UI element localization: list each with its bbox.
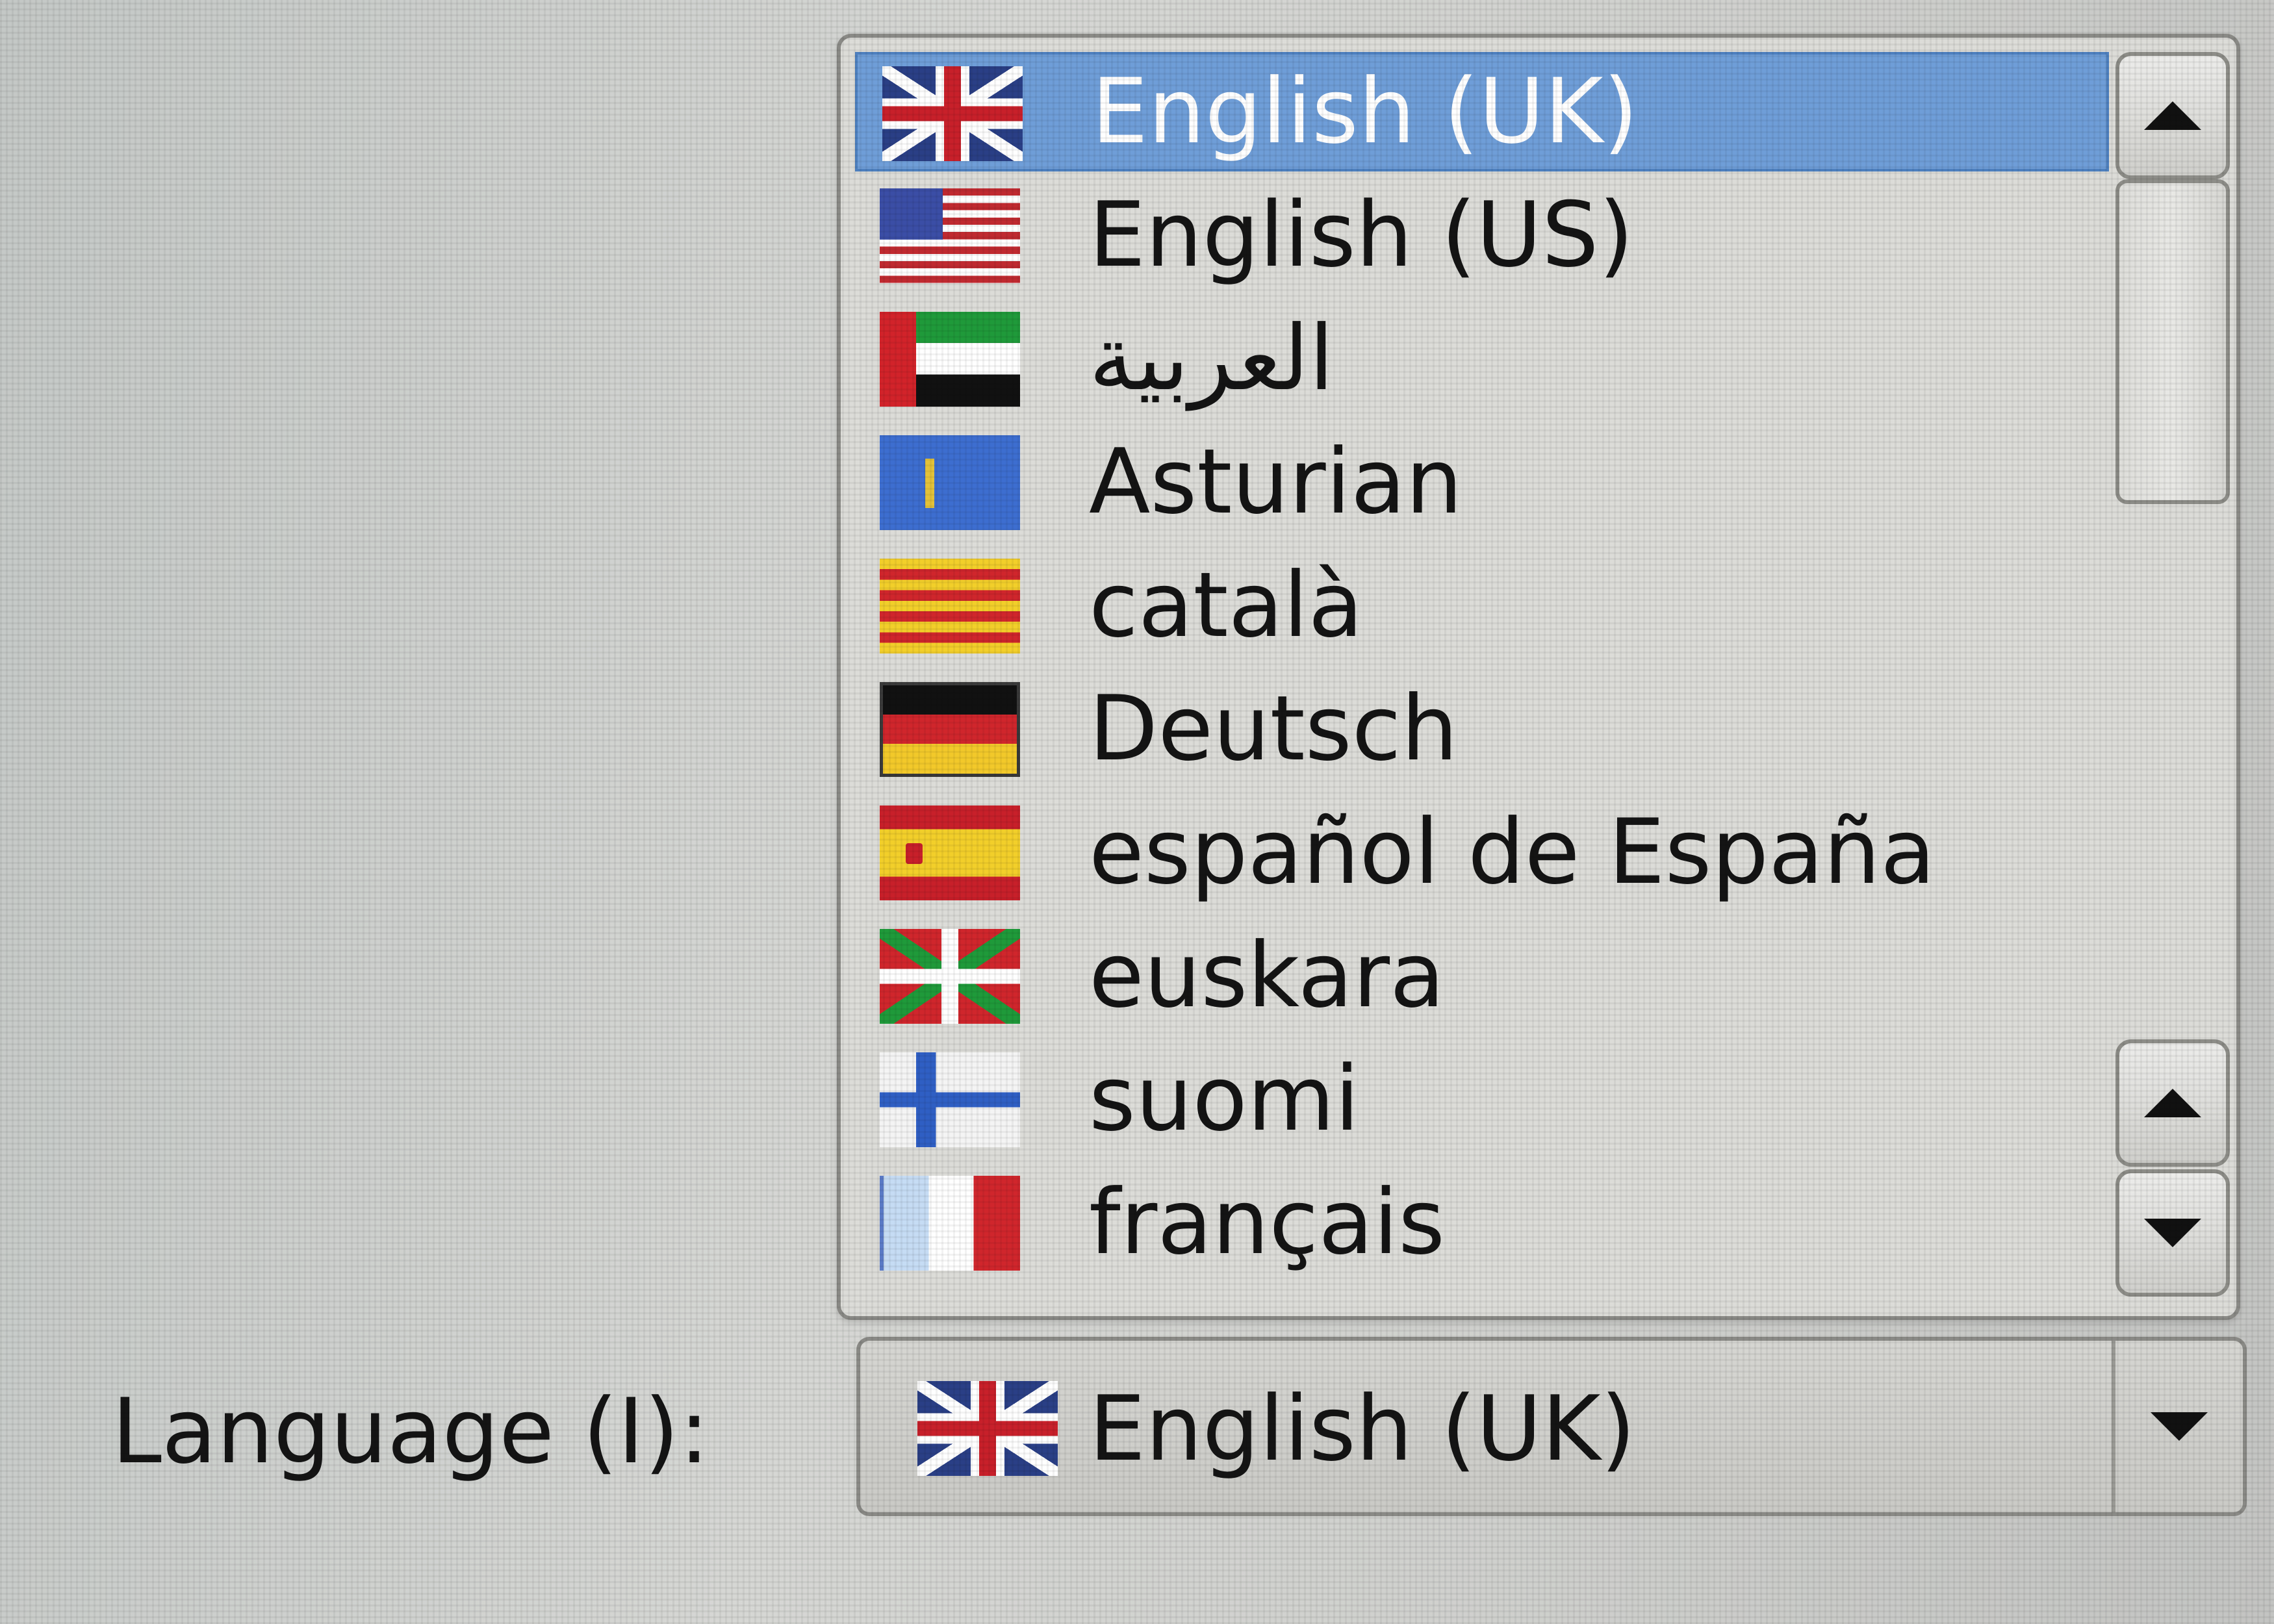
chevron-down-icon [2151, 1412, 2208, 1441]
option-label: suomi [1089, 1047, 1360, 1151]
option-asturian[interactable]: Asturian [855, 422, 2109, 542]
option-label: español de España [1089, 800, 1935, 904]
option-english-us[interactable]: English (US) [855, 175, 2109, 295]
dropdown-scrollbar[interactable] [2113, 52, 2230, 1312]
asturias-flag-icon [880, 435, 1020, 530]
option-label: العربية [1089, 306, 1335, 411]
france-flag-icon [880, 1176, 1020, 1271]
spain-flag-icon [880, 806, 1020, 900]
page-up-button[interactable] [2115, 1039, 2230, 1167]
option-label: français [1089, 1170, 1446, 1275]
language-options: English (UK) English (US) العربية Asturi… [855, 52, 2109, 1312]
option-label: English (UK) [1092, 59, 1639, 164]
united-states-flag-icon [880, 188, 1020, 283]
language-dropdown-list[interactable]: English (UK) English (US) العربية Asturi… [837, 34, 2240, 1320]
uae-flag-icon [880, 312, 1020, 407]
option-label: català [1089, 553, 1364, 657]
scroll-up-button[interactable] [2115, 52, 2230, 179]
united-kingdom-flag-icon [882, 66, 1023, 161]
united-kingdom-flag-icon [917, 1381, 1058, 1476]
combobox-selected-value: English (UK) [1089, 1377, 1636, 1481]
option-espanol[interactable]: español de España [855, 793, 2109, 912]
arrow-up-icon [2144, 101, 2201, 130]
option-francais[interactable]: français [855, 1163, 2109, 1282]
germany-flag-icon [880, 682, 1020, 777]
option-suomi[interactable]: suomi [855, 1039, 2109, 1159]
finland-flag-icon [880, 1052, 1020, 1147]
catalonia-flag-icon [880, 559, 1020, 653]
language-field-label: Language (I): [112, 1379, 709, 1484]
language-combobox[interactable]: English (UK) [856, 1337, 2247, 1516]
option-arabic[interactable]: العربية [855, 299, 2109, 418]
option-catalan[interactable]: català [855, 546, 2109, 665]
option-label: Asturian [1089, 429, 1463, 534]
basque-flag-icon [880, 929, 1020, 1024]
arrow-up-icon [2144, 1089, 2201, 1117]
arrow-down-icon [2144, 1219, 2201, 1247]
option-label: Deutsch [1089, 676, 1458, 781]
option-deutsch[interactable]: Deutsch [855, 669, 2109, 789]
scroll-down-button[interactable] [2115, 1169, 2230, 1297]
option-euskara[interactable]: euskara [855, 916, 2109, 1035]
option-english-uk[interactable]: English (UK) [855, 52, 2109, 171]
option-label: euskara [1089, 923, 1445, 1028]
combobox-toggle-button[interactable] [2112, 1341, 2243, 1512]
scrollbar-thumb[interactable] [2115, 179, 2230, 504]
option-label: English (US) [1089, 183, 1634, 287]
